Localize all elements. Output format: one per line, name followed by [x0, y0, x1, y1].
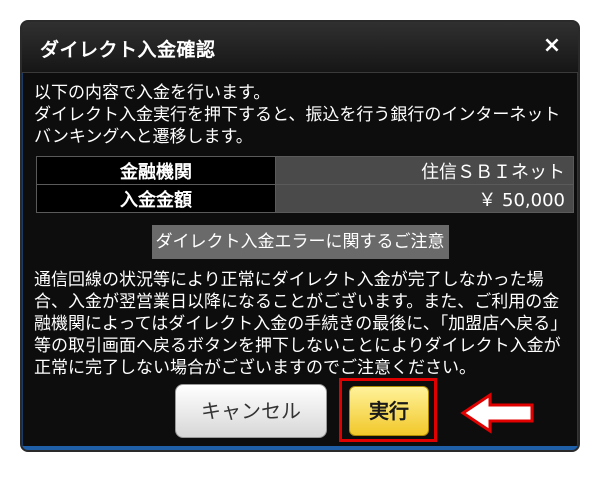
deposit-amount-value: ￥ 50,000: [275, 184, 574, 213]
dialog-content: 以下の内容で入金を行います。 ダイレクト入金実行を押下すると、振込を行う銀行のイ…: [30, 74, 574, 379]
table-row: 金融機関 住信ＳＢＩネット: [36, 156, 574, 185]
financial-institution-label: 金融機関: [36, 156, 276, 185]
left-arrow-outline-icon: [460, 392, 534, 434]
dialog-titlebar: ダイレクト入金確認 ×: [22, 22, 578, 73]
notice-title-wrap: ダイレクト入金エラーに関するご注意: [30, 225, 570, 259]
deposit-details-table: 金融機関 住信ＳＢＩネット 入金金額 ￥ 50,000: [36, 156, 574, 213]
direct-deposit-confirm-dialog: ダイレクト入金確認 × 以下の内容で入金を行います。 ダイレクト入金実行を押下す…: [20, 20, 580, 452]
close-icon[interactable]: ×: [540, 34, 564, 58]
notice-body: 通信回線の状況等により正常にダイレクト入金が完了しなかった場合、入金が翌営業日以…: [34, 270, 568, 378]
execute-button[interactable]: 実行: [349, 386, 429, 436]
cancel-button[interactable]: キャンセル: [175, 384, 327, 438]
deposit-amount-label: 入金金額: [36, 184, 276, 213]
intro-text: 以下の内容で入金を行います。 ダイレクト入金実行を押下すると、振込を行う銀行のイ…: [34, 83, 561, 147]
screen: ダイレクト入金確認 × 以下の内容で入金を行います。 ダイレクト入金実行を押下す…: [0, 0, 607, 480]
dialog-title: ダイレクト入金確認: [40, 39, 216, 61]
financial-institution-value: 住信ＳＢＩネット: [275, 156, 574, 185]
notice-title: ダイレクト入金エラーに関するご注意: [151, 225, 449, 259]
table-row: 入金金額 ￥ 50,000: [36, 184, 574, 213]
dialog-bottom-bar: [22, 446, 578, 450]
